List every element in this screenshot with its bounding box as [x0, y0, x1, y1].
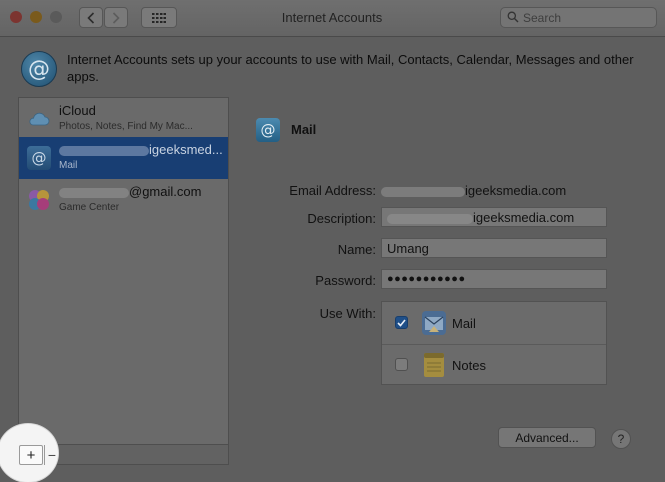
password-field[interactable]: ●●●●●●●●●●●	[381, 269, 607, 289]
email-value: igeeksmedia.com	[381, 183, 566, 198]
search-icon	[507, 11, 519, 23]
accounts-list: iCloud Photos, Notes, Find My Mac... @ i…	[18, 97, 229, 445]
back-button[interactable]	[79, 7, 103, 28]
use-with-list: Mail Notes	[381, 301, 607, 385]
password-label: Password:	[315, 273, 376, 288]
chevron-left-icon	[87, 11, 95, 24]
account-item-gmail[interactable]: @gmail.com Game Center	[19, 179, 228, 221]
account-name: iCloud	[59, 103, 96, 118]
name-field[interactable]: Umang	[381, 238, 607, 258]
title-bar: Internet Accounts	[0, 0, 665, 37]
search-input[interactable]	[523, 10, 648, 25]
account-services: Photos, Notes, Find My Mac...	[59, 121, 193, 132]
search-field[interactable]	[500, 7, 657, 28]
account-services: Game Center	[59, 202, 120, 213]
checkmark-icon	[397, 318, 406, 327]
remove-account-button[interactable]: −	[44, 445, 59, 465]
close-window-button[interactable]	[10, 11, 22, 23]
window-title: Internet Accounts	[281, 10, 383, 25]
notes-checkbox[interactable]	[395, 358, 408, 371]
account-services: Mail	[59, 160, 78, 171]
internet-accounts-icon: @	[21, 51, 57, 87]
header-description: Internet Accounts sets up your accounts …	[67, 52, 634, 84]
account-name: @gmail.com	[59, 184, 201, 199]
minimize-window-button[interactable]	[30, 11, 42, 23]
detail-title: Mail	[291, 122, 317, 137]
at-sign-icon: @	[27, 146, 51, 170]
email-label: Email Address:	[289, 183, 376, 198]
account-name: igeeksmed...	[59, 142, 223, 157]
mail-checkbox[interactable]	[395, 316, 408, 329]
chevron-right-icon	[112, 11, 120, 24]
account-item-icloud[interactable]: iCloud Photos, Notes, Find My Mac...	[19, 98, 228, 140]
icloud-icon	[29, 112, 50, 126]
game-center-icon	[29, 190, 49, 210]
notes-app-icon	[424, 353, 444, 377]
forward-button[interactable]	[104, 7, 128, 28]
add-account-button[interactable]: +	[19, 445, 43, 465]
use-with-label: Use With:	[319, 306, 376, 321]
account-item-mail[interactable]: @ igeeksmed... Mail	[19, 137, 228, 179]
use-with-row-notes: Notes	[382, 344, 606, 386]
at-sign-icon: @	[256, 118, 280, 142]
advanced-button[interactable]: Advanced...	[498, 427, 596, 448]
grid-icon	[152, 12, 166, 23]
app-name: Notes	[452, 358, 486, 373]
use-with-row-mail: Mail	[382, 302, 606, 345]
name-label: Name:	[337, 242, 376, 257]
help-button[interactable]: ?	[611, 429, 631, 449]
description-field[interactable]: igeeksmedia.com	[381, 207, 607, 227]
app-name: Mail	[452, 316, 476, 331]
description-label: Description:	[307, 211, 376, 226]
mail-app-icon	[422, 311, 446, 335]
show-all-button[interactable]	[141, 7, 177, 28]
zoom-window-button[interactable]	[50, 11, 62, 23]
